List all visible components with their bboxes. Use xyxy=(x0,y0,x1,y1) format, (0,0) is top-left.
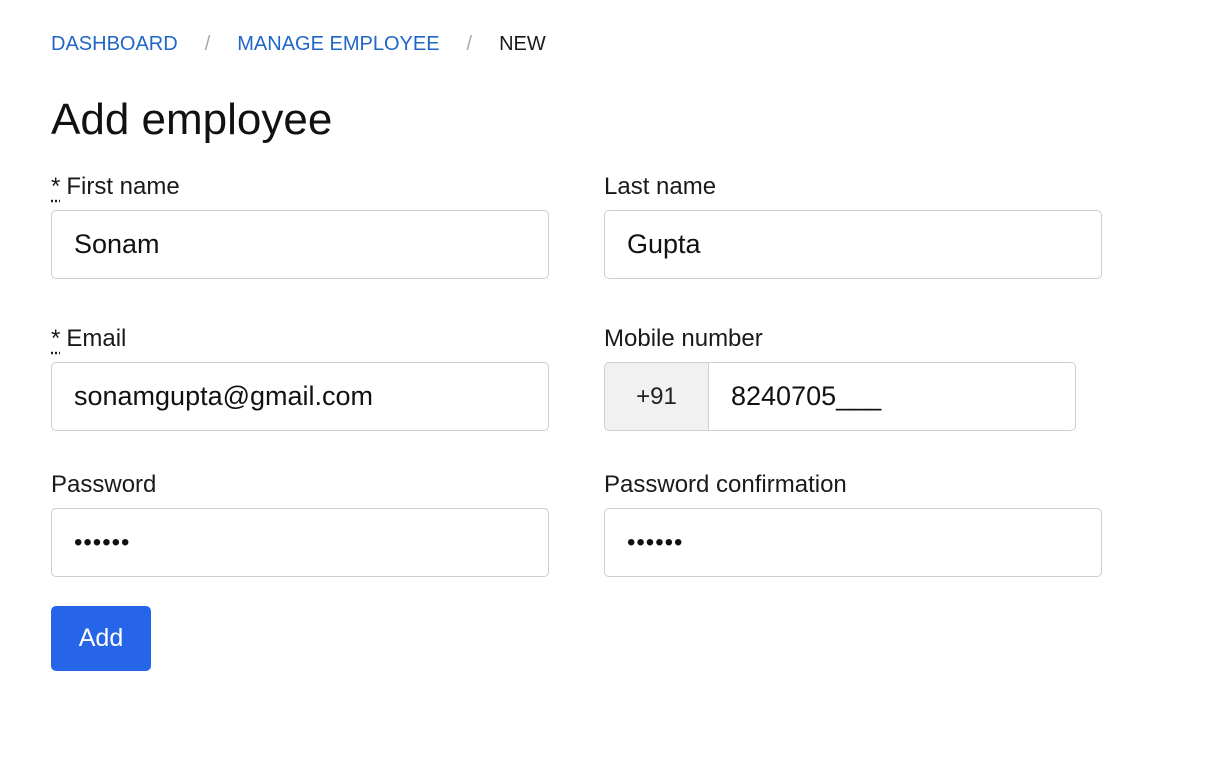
required-marker: * xyxy=(51,173,61,200)
password-confirmation-input[interactable] xyxy=(604,508,1102,577)
breadcrumb-dashboard-link[interactable]: DASHBOARD xyxy=(51,33,178,56)
email-input[interactable] xyxy=(51,362,549,431)
first-name-input[interactable] xyxy=(51,210,549,279)
mobile-number-field: Mobile number +91 xyxy=(604,325,1076,431)
password-label: Password xyxy=(51,471,157,498)
breadcrumb-separator: / xyxy=(466,32,473,55)
breadcrumb: DASHBOARD / MANAGE EMPLOYEE / NEW xyxy=(51,30,546,58)
country-code-prefix: +91 xyxy=(604,362,708,431)
breadcrumb-manage-employee-link[interactable]: MANAGE EMPLOYEE xyxy=(237,33,439,56)
first-name-label-text: First name xyxy=(66,173,180,200)
last-name-label: Last name xyxy=(604,173,717,200)
email-label: * Email xyxy=(51,325,549,353)
password-confirmation-label: Password confirmation xyxy=(604,471,847,498)
first-name-label: * First name xyxy=(51,173,549,201)
password-field: Password xyxy=(51,471,549,577)
page-title: Add employee xyxy=(51,95,333,144)
password-confirmation-field: Password confirmation xyxy=(604,471,1102,577)
password-input[interactable] xyxy=(51,508,549,577)
first-name-field: * First name xyxy=(51,173,549,279)
mobile-number-group: +91 xyxy=(604,362,1076,431)
email-field: * Email xyxy=(51,325,549,431)
breadcrumb-current: NEW xyxy=(499,32,546,55)
mobile-number-label: Mobile number xyxy=(604,325,763,352)
last-name-input[interactable] xyxy=(604,210,1102,279)
required-marker: * xyxy=(51,325,61,352)
last-name-field: Last name xyxy=(604,173,1102,279)
mobile-number-input[interactable] xyxy=(708,362,1076,431)
email-label-text: Email xyxy=(66,325,127,352)
add-employee-page: DASHBOARD / MANAGE EMPLOYEE / NEW Add em… xyxy=(0,0,1222,768)
add-button[interactable]: Add xyxy=(51,606,151,671)
breadcrumb-separator: / xyxy=(204,32,211,55)
